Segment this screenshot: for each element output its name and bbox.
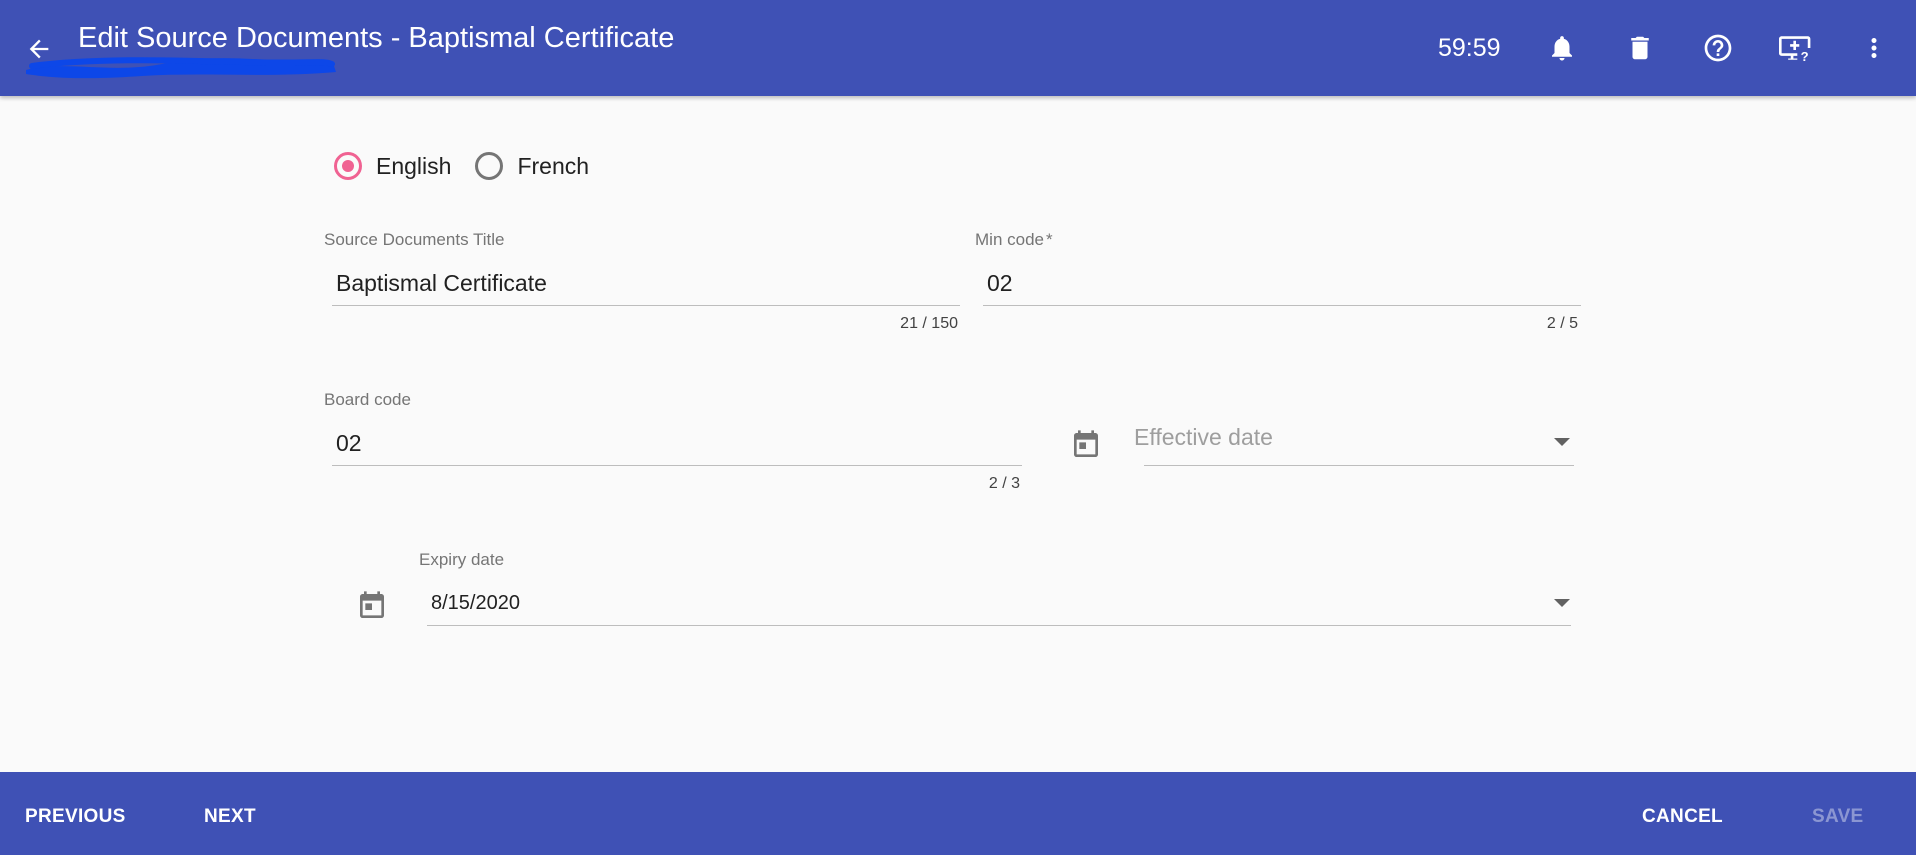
radio-french[interactable]: French [475, 152, 589, 180]
effective-date-field[interactable]: Effective date [1134, 420, 1574, 490]
min-code-underline [983, 305, 1581, 306]
title-input[interactable]: Baptismal Certificate [336, 270, 547, 297]
title-char-counter: 21 / 150 [900, 315, 958, 332]
previous-button[interactable]: PREVIOUS [25, 806, 126, 828]
expiry-date-field[interactable]: Expiry date 8/15/2020 [419, 550, 1575, 630]
expiry-date-calendar-icon[interactable] [356, 589, 388, 623]
trash-icon [1631, 36, 1649, 60]
cancel-button[interactable]: CANCEL [1642, 806, 1723, 828]
radio-checked-icon [334, 152, 362, 180]
effective-date-dropdown-arrow-icon[interactable] [1554, 437, 1570, 447]
min-code-char-counter: 2 / 5 [1546, 315, 1578, 332]
top-app-bar: Edit Source Documents - Baptismal Certif… [0, 0, 1916, 96]
board-code-char-counter: 2 / 3 [988, 475, 1020, 492]
language-radio-group: English French [334, 148, 613, 184]
expiry-date-value: 8/15/2020 [431, 592, 520, 614]
save-button[interactable]: SAVE [1812, 806, 1864, 828]
title-underline [332, 305, 960, 306]
board-code-underline [332, 465, 1022, 466]
svg-text:?: ? [1801, 49, 1809, 64]
effective-date-placeholder: Effective date [1134, 424, 1273, 450]
radio-english-label: English [376, 152, 452, 179]
min-code-field: Min code * 02 2 / 5 [975, 230, 1583, 340]
bell-icon [1552, 36, 1572, 61]
title-field-label: Source Documents Title [324, 230, 505, 249]
effective-date-calendar-icon[interactable] [1070, 428, 1102, 462]
monitor-help-icon: ? [1779, 36, 1811, 64]
notifications-button[interactable] [1541, 27, 1583, 69]
required-mark: * [1045, 230, 1053, 249]
expiry-date-underline [427, 625, 1571, 626]
expiry-date-label: Expiry date [419, 550, 505, 569]
next-button[interactable]: NEXT [204, 806, 256, 828]
help-icon [1704, 34, 1732, 62]
delete-button[interactable] [1619, 27, 1661, 69]
board-code-field: Board code 02 2 / 3 [324, 390, 1024, 500]
help-button[interactable] [1697, 27, 1739, 69]
page-title: Edit Source Documents - Baptismal Certif… [78, 22, 675, 54]
screen-help-button[interactable]: ? [1775, 27, 1817, 69]
bottom-action-bar [0, 772, 1916, 855]
radio-unchecked-icon [475, 152, 504, 180]
radio-english[interactable]: English [334, 152, 451, 180]
effective-date-underline [1144, 465, 1574, 466]
more-options-button[interactable] [1853, 27, 1895, 69]
redaction-scribble [26, 57, 336, 79]
board-code-label: Board code [324, 390, 411, 409]
more-vert-icon [1871, 38, 1877, 58]
radio-french-label: French [517, 152, 590, 179]
session-timer: 59:59 [1438, 34, 1501, 62]
title-field: Source Documents Title Baptismal Certifi… [324, 230, 960, 340]
min-code-input[interactable]: 02 [987, 270, 1013, 297]
board-code-input[interactable]: 02 [336, 430, 362, 457]
min-code-label-text: Min code [975, 230, 1044, 249]
expiry-date-dropdown-arrow-icon[interactable] [1554, 598, 1570, 608]
min-code-label: Min code * [975, 230, 1053, 250]
